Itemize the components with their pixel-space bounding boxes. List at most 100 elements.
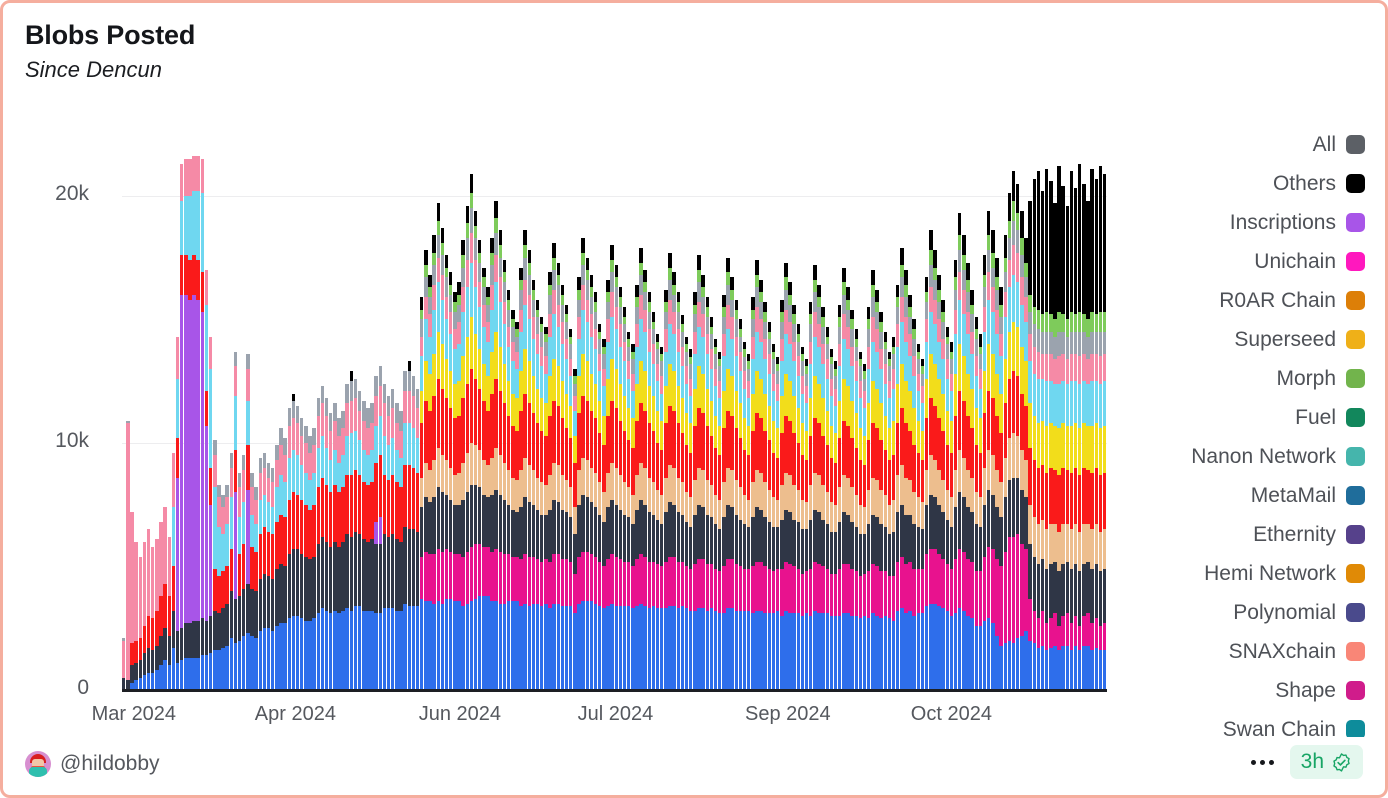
bar[interactable] — [378, 366, 383, 690]
bar[interactable] — [978, 334, 983, 690]
bar[interactable] — [312, 428, 316, 690]
bar[interactable] — [1057, 166, 1061, 690]
bar[interactable] — [883, 331, 887, 690]
bar[interactable] — [1020, 210, 1024, 690]
bar[interactable] — [717, 351, 722, 690]
bar[interactable] — [225, 484, 229, 690]
bar[interactable] — [647, 292, 652, 690]
bar[interactable] — [982, 255, 987, 690]
status-badge[interactable]: 3h — [1289, 745, 1363, 779]
bar[interactable] — [213, 440, 217, 690]
bar[interactable] — [287, 408, 291, 690]
bar[interactable] — [540, 316, 544, 690]
bar[interactable] — [382, 383, 387, 690]
bar[interactable] — [204, 269, 209, 690]
bar[interactable] — [477, 240, 482, 690]
bar[interactable] — [511, 309, 515, 690]
bar[interactable] — [333, 403, 337, 690]
bar[interactable] — [159, 522, 163, 690]
bar[interactable] — [337, 418, 341, 690]
bar[interactable] — [122, 638, 126, 690]
bar[interactable] — [374, 376, 378, 690]
bar[interactable] — [775, 356, 780, 690]
bar[interactable] — [217, 484, 221, 690]
bar[interactable] — [759, 279, 763, 690]
bar[interactable] — [506, 289, 511, 690]
bar[interactable] — [800, 346, 805, 690]
legend-item-all[interactable]: All — [1115, 125, 1365, 164]
bar[interactable] — [573, 368, 577, 690]
bar[interactable] — [1065, 205, 1070, 690]
bar[interactable] — [854, 329, 858, 690]
bar[interactable] — [544, 326, 548, 690]
bar[interactable] — [560, 284, 565, 690]
bar[interactable] — [705, 297, 710, 690]
bar[interactable] — [328, 413, 333, 690]
bar[interactable] — [825, 326, 830, 690]
bar[interactable] — [962, 235, 966, 690]
bar[interactable] — [664, 289, 668, 690]
bar[interactable] — [138, 556, 143, 690]
bar[interactable] — [432, 235, 436, 690]
bar[interactable] — [258, 457, 263, 690]
bar[interactable] — [1007, 193, 1012, 690]
bar[interactable] — [229, 452, 234, 690]
bar[interactable] — [585, 257, 589, 690]
bar[interactable] — [817, 284, 821, 690]
bar[interactable] — [589, 274, 594, 690]
bar[interactable] — [130, 512, 134, 690]
bar[interactable] — [895, 284, 900, 690]
bar[interactable] — [660, 346, 664, 690]
bar[interactable] — [568, 329, 573, 690]
bar[interactable] — [357, 391, 362, 690]
bar[interactable] — [304, 425, 308, 690]
bar[interactable] — [958, 213, 962, 690]
bar[interactable] — [701, 274, 705, 690]
bar[interactable] — [680, 314, 685, 690]
bar[interactable] — [1094, 178, 1099, 690]
bar[interactable] — [767, 321, 772, 690]
bar[interactable] — [738, 319, 743, 690]
bar[interactable] — [771, 344, 776, 690]
bar[interactable] — [465, 205, 469, 690]
bar[interactable] — [415, 388, 420, 690]
bar[interactable] — [155, 539, 159, 690]
legend-item-inscriptions[interactable]: Inscriptions — [1115, 203, 1365, 242]
bar[interactable] — [196, 156, 200, 690]
chart-legend[interactable]: All Others Inscriptions Unichain R0AR Chain S… — [1115, 125, 1365, 737]
bar[interactable] — [813, 265, 817, 690]
bar[interactable] — [473, 210, 478, 690]
bar[interactable] — [188, 158, 192, 690]
bar[interactable] — [833, 361, 838, 690]
bar[interactable] — [672, 272, 676, 690]
bar[interactable] — [991, 230, 995, 690]
bar[interactable] — [349, 371, 354, 690]
bar[interactable] — [651, 312, 656, 690]
bar[interactable] — [792, 304, 796, 690]
bar[interactable] — [684, 336, 689, 690]
bar[interactable] — [879, 311, 883, 690]
bar[interactable] — [295, 405, 300, 690]
bar[interactable] — [515, 321, 519, 690]
legend-item-r0ar-chain[interactable]: R0AR Chain — [1115, 281, 1365, 320]
bar[interactable] — [1061, 185, 1065, 690]
bar[interactable] — [345, 383, 349, 690]
bar[interactable] — [610, 245, 614, 690]
author-handle[interactable]: @hildobby — [60, 752, 160, 776]
bar[interactable] — [1040, 190, 1045, 690]
bar[interactable] — [275, 445, 279, 690]
bar[interactable] — [631, 344, 635, 690]
bar[interactable] — [556, 262, 561, 690]
bar[interactable] — [403, 371, 407, 690]
bar[interactable] — [974, 316, 979, 690]
bar[interactable] — [242, 455, 246, 690]
more-options-icon[interactable] — [1249, 754, 1276, 771]
bar[interactable] — [1024, 237, 1028, 690]
bar[interactable] — [622, 307, 627, 690]
bar[interactable] — [428, 274, 432, 690]
bar[interactable] — [1090, 168, 1094, 690]
bar[interactable] — [262, 452, 267, 690]
bar[interactable] — [986, 210, 991, 690]
bar[interactable] — [862, 363, 867, 690]
bar[interactable] — [643, 269, 647, 690]
